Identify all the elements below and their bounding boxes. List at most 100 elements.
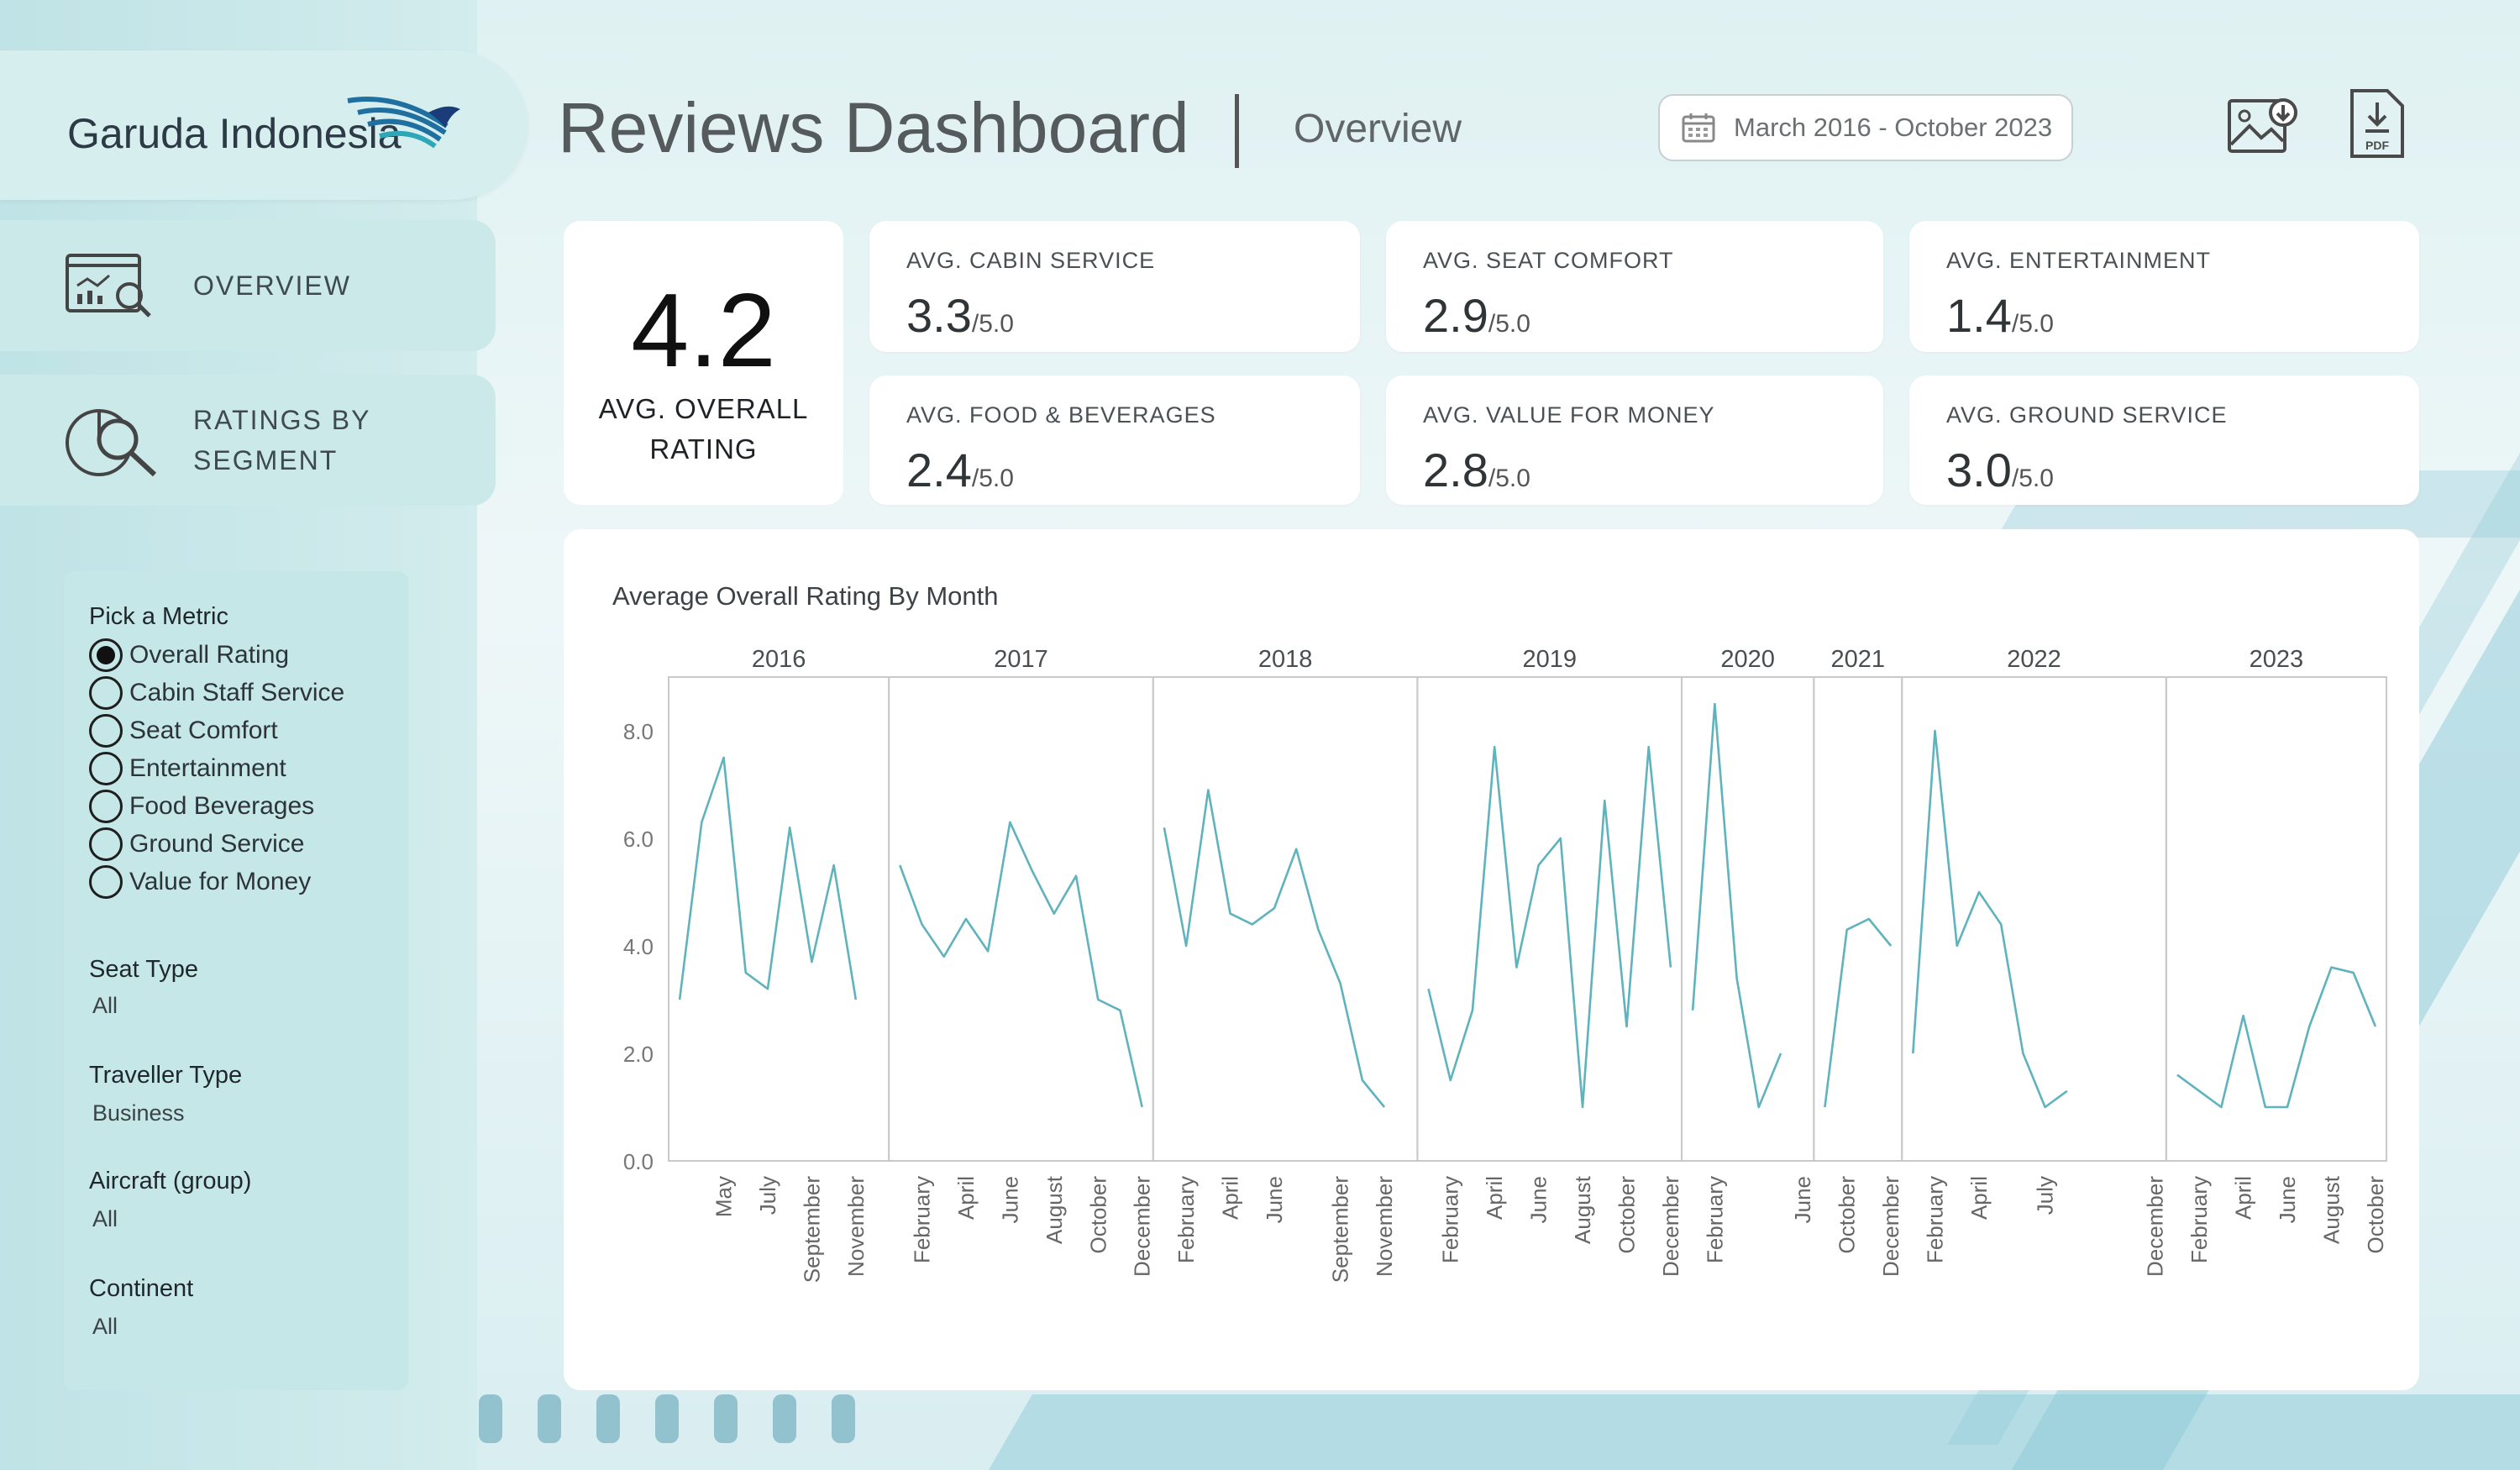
year-label: 2019 xyxy=(1522,646,1577,673)
year-panel xyxy=(888,676,1154,1162)
kpi-card-value: 2.8 xyxy=(1423,444,1488,496)
kpi-card-title: AVG. GROUND SERVICE xyxy=(1946,402,2228,428)
month-label: September xyxy=(799,1176,824,1284)
svg-text:PDF: PDF xyxy=(2365,139,2389,152)
month-label: February xyxy=(910,1176,935,1263)
kpi-card-title: AVG. VALUE FOR MONEY xyxy=(1423,402,1715,428)
year-label: 2023 xyxy=(2250,646,2304,673)
kpi-card: AVG. CABIN SERVICE 3.3/5.0 xyxy=(869,221,1360,352)
month-label: June xyxy=(997,1176,1022,1223)
metric-option[interactable]: Value for Money xyxy=(89,865,311,899)
nav-label-ratings-by-segment: RATINGS BY SEGMENT xyxy=(193,400,370,480)
radio-button[interactable] xyxy=(89,714,123,748)
metric-option[interactable]: Overall Rating xyxy=(89,638,289,672)
kpi-card-value: 2.9 xyxy=(1423,289,1488,342)
kpi-card-scale: /5.0 xyxy=(1488,465,1530,492)
metric-option[interactable]: Entertainment xyxy=(89,752,286,785)
radio-button[interactable] xyxy=(89,865,123,899)
kpi-card-value: 3.0 xyxy=(1946,444,2012,496)
kpi-card: AVG. VALUE FOR MONEY 2.8/5.0 xyxy=(1386,375,1883,505)
kpi-card: AVG. GROUND SERVICE 3.0/5.0 xyxy=(1909,375,2419,505)
y-tick-label: 4.0 xyxy=(623,934,654,959)
title-separator xyxy=(1235,94,1239,168)
kpi-card-scale: /5.0 xyxy=(1488,310,1530,338)
month-label: June xyxy=(1790,1176,1815,1223)
series-line xyxy=(1691,702,1782,1109)
kpi-overall-label-line2: RATING xyxy=(649,433,758,465)
nav-item-overview[interactable]: OVERVIEW xyxy=(0,220,496,351)
image-download-icon[interactable] xyxy=(2228,94,2298,156)
month-label: July xyxy=(2033,1176,2058,1215)
metric-option[interactable]: Ground Service xyxy=(89,827,304,861)
month-label: April xyxy=(1966,1176,1992,1220)
continent-value[interactable]: All xyxy=(92,1314,118,1340)
kpi-card-value-group: 2.9/5.0 xyxy=(1423,288,1530,343)
y-tick-label: 8.0 xyxy=(623,719,654,744)
year-panel xyxy=(668,676,890,1162)
date-range-picker[interactable]: March 2016 - October 2023 xyxy=(1658,94,2073,161)
series-line xyxy=(1427,745,1672,1109)
month-label: February xyxy=(1438,1176,1463,1263)
month-label: August xyxy=(2318,1175,2344,1244)
month-label: October xyxy=(1614,1176,1639,1254)
kpi-overall-label: AVG. OVERALL RATING xyxy=(564,389,843,470)
series-line xyxy=(899,821,1143,1108)
year-panel xyxy=(1416,676,1683,1162)
garuda-bird-logo xyxy=(347,97,460,149)
continent-label: Continent xyxy=(89,1275,194,1302)
metric-option-label: Food Beverages xyxy=(129,792,315,820)
radio-button[interactable] xyxy=(89,827,123,861)
kpi-card-scale: /5.0 xyxy=(2011,310,2054,338)
seat-type-value[interactable]: All xyxy=(92,993,118,1019)
line-chart: 0.0 2.0 4.0 6.0 8.0 2016 May July September Novem… xyxy=(623,646,2388,1284)
chart-card: Average Overall Rating By Month 0.0 2.0 4.… xyxy=(564,529,2419,1390)
seat-type-label: Seat Type xyxy=(89,956,199,983)
kpi-card: AVG. ENTERTAINMENT 1.4/5.0 xyxy=(1909,221,2419,352)
series-line xyxy=(1912,729,2068,1109)
month-label: November xyxy=(1372,1176,1397,1277)
year-label: 2022 xyxy=(2007,646,2061,673)
month-label: June xyxy=(1526,1176,1551,1223)
kpi-overall-rating: 4.2 AVG. OVERALL RATING xyxy=(564,221,843,505)
page-title: Reviews Dashboard xyxy=(558,88,1189,167)
kpi-card-value-group: 3.3/5.0 xyxy=(906,288,1014,343)
metric-option-label: Seat Comfort xyxy=(129,717,278,744)
year-label: 2018 xyxy=(1258,646,1313,673)
year-panel xyxy=(1901,676,2167,1162)
kpi-card-value-group: 3.0/5.0 xyxy=(1946,443,2054,497)
overview-chart-icon xyxy=(66,254,151,318)
radio-button[interactable] xyxy=(89,790,123,823)
date-range-text: March 2016 - October 2023 xyxy=(1734,113,2053,142)
series-line xyxy=(1163,789,1386,1108)
pdf-download-icon[interactable]: PDF xyxy=(2349,87,2406,160)
year-label: 2017 xyxy=(994,646,1048,673)
radio-button[interactable] xyxy=(89,676,123,710)
year-label: 2021 xyxy=(1831,646,1886,673)
traveller-type-value[interactable]: Business xyxy=(92,1100,185,1126)
year-label: 2020 xyxy=(1720,646,1775,673)
kpi-card-title: AVG. FOOD & BEVERAGES xyxy=(906,402,1216,428)
series-line xyxy=(678,756,858,1000)
kpi-overall-label-line1: AVG. OVERALL xyxy=(598,393,809,424)
month-label: October xyxy=(1835,1176,1860,1254)
metric-option[interactable]: Seat Comfort xyxy=(89,714,278,748)
metric-option-label: Entertainment xyxy=(129,754,286,782)
month-label: May xyxy=(711,1176,737,1217)
page-subtitle: Overview xyxy=(1294,107,1462,151)
month-label: February xyxy=(1702,1176,1727,1263)
aircraft-value[interactable]: All xyxy=(92,1206,118,1232)
radio-button[interactable] xyxy=(89,638,123,672)
kpi-card-title: AVG. SEAT COMFORT xyxy=(1423,248,1674,273)
month-label: October xyxy=(1085,1176,1110,1254)
metric-option[interactable]: Cabin Staff Service xyxy=(89,676,344,710)
month-label: February xyxy=(1923,1176,1948,1263)
metric-option[interactable]: Food Beverages xyxy=(89,790,314,823)
month-label: April xyxy=(1482,1176,1507,1220)
kpi-card-value-group: 1.4/5.0 xyxy=(1946,288,2054,343)
y-tick-label: 0.0 xyxy=(623,1149,654,1174)
nav-item-ratings-by-segment[interactable]: RATINGS BY SEGMENT xyxy=(0,375,496,506)
month-label: February xyxy=(1173,1176,1199,1263)
month-label: December xyxy=(1658,1176,1683,1277)
radio-button[interactable] xyxy=(89,752,123,785)
metric-option-label: Cabin Staff Service xyxy=(129,679,345,706)
